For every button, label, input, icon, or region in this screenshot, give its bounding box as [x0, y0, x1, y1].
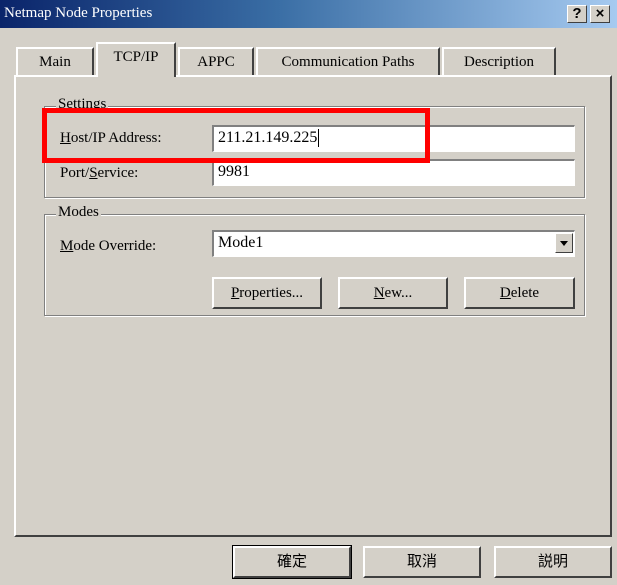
- tab-tcpip[interactable]: TCP/IP: [96, 42, 176, 77]
- host-ip-address-label: Host/IP Address:: [60, 130, 162, 146]
- settings-group-label: Settings: [56, 96, 109, 113]
- tab-main[interactable]: Main: [16, 47, 94, 75]
- ok-button[interactable]: 確定: [232, 545, 352, 579]
- port-service-label: Port/Service:: [60, 165, 139, 181]
- host-ip-address-input[interactable]: 211.21.149.225: [212, 125, 575, 152]
- tab-appc[interactable]: APPC: [178, 47, 254, 75]
- window-title: Netmap Node Properties: [4, 5, 153, 21]
- title-bar[interactable]: Netmap Node Properties ? ×: [0, 0, 617, 28]
- new-button[interactable]: New...: [338, 277, 448, 309]
- close-icon[interactable]: ×: [590, 5, 610, 23]
- cancel-button[interactable]: 取消: [363, 546, 481, 578]
- help-button[interactable]: 説明: [494, 546, 612, 578]
- port-service-input[interactable]: 9981: [212, 159, 575, 186]
- delete-button[interactable]: Delete: [464, 277, 575, 309]
- help-icon[interactable]: ?: [567, 5, 587, 23]
- properties-button[interactable]: Properties...: [212, 277, 322, 309]
- modes-group-label: Modes: [56, 204, 101, 221]
- tab-description[interactable]: Description: [442, 47, 556, 75]
- tab-communication-paths[interactable]: Communication Paths: [256, 47, 440, 75]
- mode-override-select[interactable]: Mode1: [212, 230, 575, 257]
- chevron-down-icon[interactable]: [555, 233, 573, 253]
- mode-override-label: Mode Override:: [60, 238, 157, 254]
- netmap-node-properties-dialog: Netmap Node Properties ? × Main TCP/IP A…: [0, 0, 617, 585]
